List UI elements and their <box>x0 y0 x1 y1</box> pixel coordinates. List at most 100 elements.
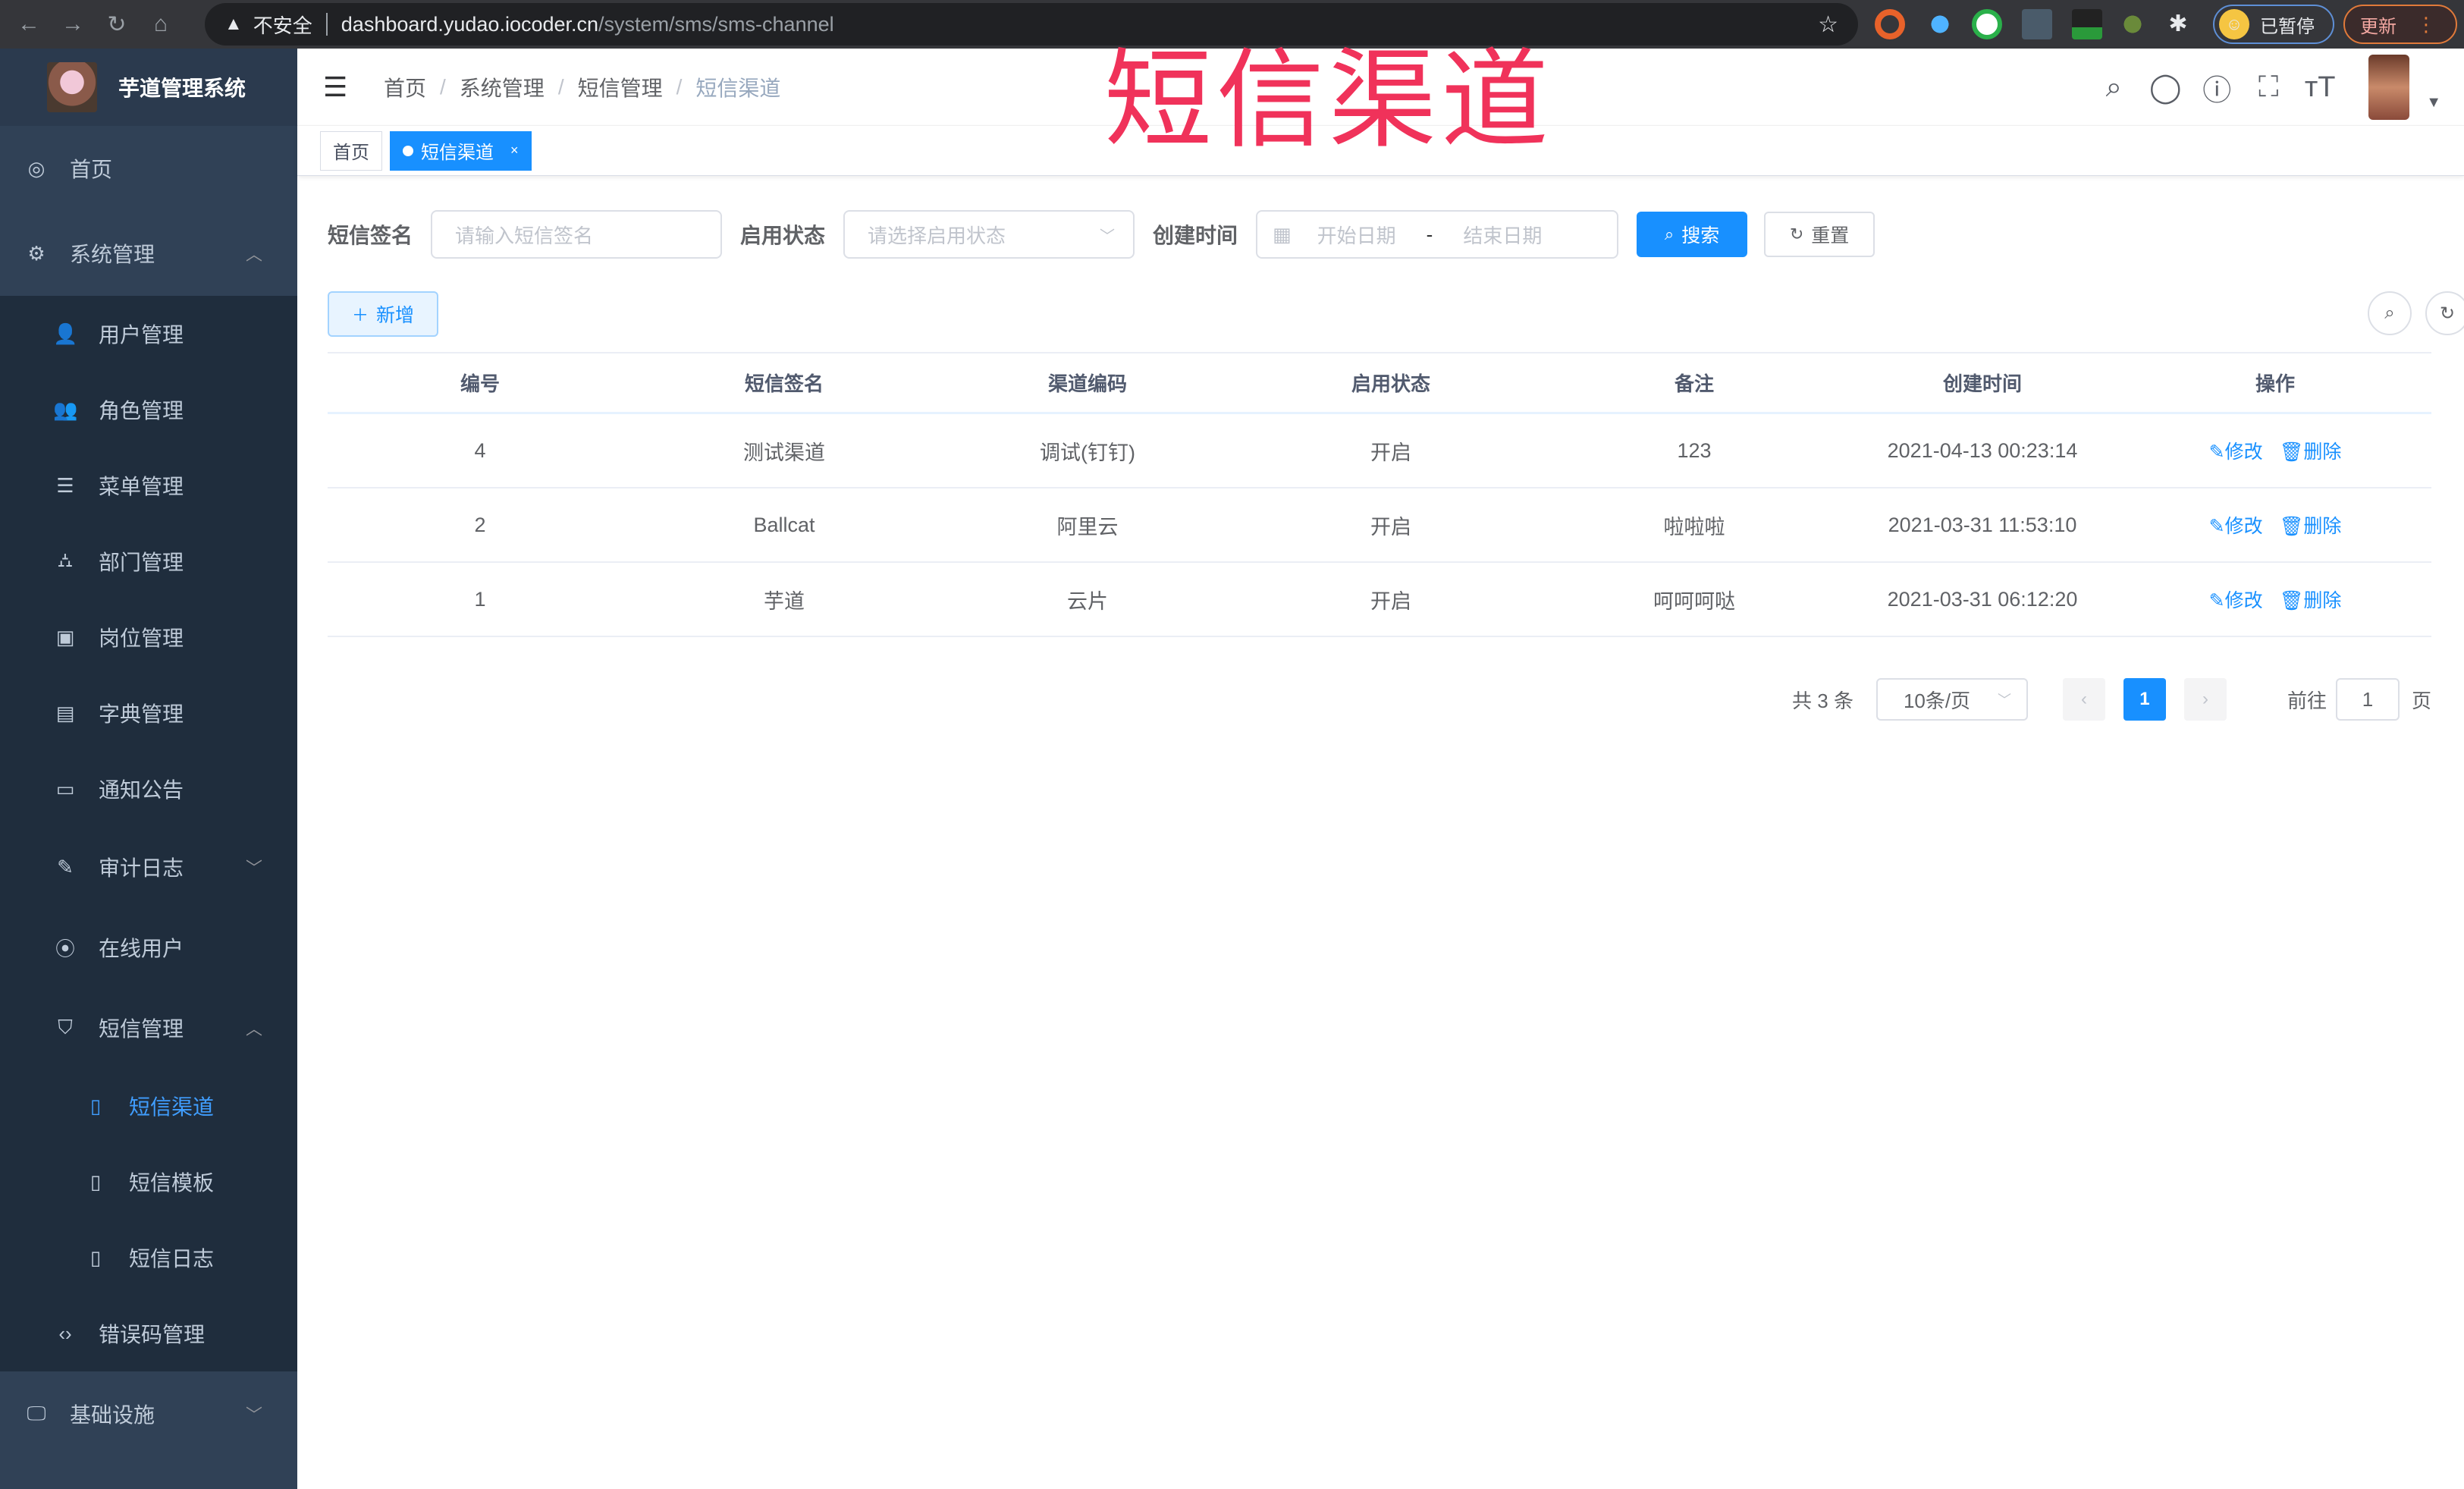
signature-input[interactable]: 请输入短信签名 <box>431 210 723 259</box>
sidebar-item-menu[interactable]: ☰ 菜单管理 <box>0 448 297 523</box>
back-icon[interactable]: ← <box>14 9 44 39</box>
breadcrumb-separator: / <box>557 74 564 99</box>
table-row: 4 测试渠道 调试(钉钉) 开启 123 2021-04-13 00:23:14… <box>328 414 2431 488</box>
sidebar-item-audit-log[interactable]: ✎ 审计日志 ﹀ <box>0 827 297 907</box>
table-header: 编号 短信签名 渠道编码 启用状态 备注 创建时间 操作 <box>328 352 2431 414</box>
github-icon[interactable]: ◯ <box>2139 71 2191 105</box>
sidebar-item-online[interactable]: ⦿ 在线用户 <box>0 907 297 988</box>
sidebar-item-home[interactable]: ◎ 首页 <box>0 126 297 211</box>
address-bar[interactable]: ▲ 不安全 dashboard.yudao.iocoder.cn /system… <box>205 3 1858 46</box>
cell-signature: Ballcat <box>753 513 815 536</box>
toggle-search-button[interactable]: ⌕ <box>2368 291 2412 335</box>
goto-page-input[interactable]: 1 <box>2335 678 2400 721</box>
delete-icon: 🗑 <box>2279 516 2304 537</box>
sidebar-item-error-code[interactable]: ‹› 错误码管理 <box>0 1296 297 1371</box>
chevron-down-icon: ﹀ <box>1997 693 2011 708</box>
cell-status: 开启 <box>1370 441 1411 464</box>
right-menu: ⌕ ◯ ⓘ ⛶ ᴛT ▼ <box>2088 49 2464 126</box>
extension-icon[interactable] <box>2022 9 2052 39</box>
hamburger-icon[interactable]: ☰ <box>323 71 353 103</box>
search-button[interactable]: ⌕ 搜索 <box>1637 212 1748 257</box>
edit-label: 修改 <box>2224 441 2263 463</box>
profile-button[interactable]: ☺ 已暂停 <box>2213 5 2334 44</box>
sidebar-item-system[interactable]: ⚙ 系统管理 ︿ <box>0 211 297 296</box>
prev-page-button[interactable]: ‹ <box>2062 678 2105 721</box>
delete-button[interactable]: 🗑删除 <box>2280 437 2342 464</box>
bookmark-star-icon[interactable]: ☆ <box>1818 11 1838 38</box>
sidebar-item-role[interactable]: 👥 角色管理 <box>0 372 297 448</box>
extension-icon[interactable] <box>2117 9 2148 39</box>
update-button[interactable]: 更新 ⋮ <box>2343 5 2457 44</box>
close-icon[interactable]: × <box>510 143 519 159</box>
main-container: ☰ 首页 / 系统管理 / 短信管理 / 短信渠道 短信渠道 ⌕ ◯ ⓘ ⛶ ᴛ… <box>297 38 2464 1489</box>
home-icon[interactable]: ⌂ <box>146 9 176 39</box>
cell-signature: 测试渠道 <box>743 441 825 464</box>
delete-label: 删除 <box>2303 590 2342 611</box>
refresh-button[interactable]: ↻ <box>2425 291 2464 335</box>
sidebar-item-label: 审计日志 <box>99 856 184 880</box>
breadcrumb-item[interactable]: 系统管理 <box>460 72 545 102</box>
profile-avatar: ☺ <box>2219 9 2249 39</box>
add-button[interactable]: ＋ 新增 <box>328 291 438 337</box>
app-title: 芋道管理系统 <box>118 77 246 100</box>
sidebar-item-label: 短信管理 <box>99 1017 184 1041</box>
breadcrumb-item[interactable]: 短信管理 <box>578 72 663 102</box>
sidebar-item-sms-log[interactable]: ▯ 短信日志 <box>0 1220 297 1296</box>
avatar[interactable] <box>2368 55 2410 120</box>
cell-actions: ✎修改 🗑删除 <box>2119 586 2431 613</box>
code-icon: ‹› <box>58 1321 72 1345</box>
tag-home[interactable]: 首页 <box>320 130 382 171</box>
sidebar-item-dept[interactable]: ⛼ 部门管理 <box>0 523 297 599</box>
user-icon: 👤 <box>53 322 78 345</box>
puzzle-extensions-icon[interactable]: ✱ <box>2163 9 2193 39</box>
sidebar-item-notice[interactable]: ▭ 通知公告 <box>0 751 297 827</box>
sidebar-item-dict[interactable]: ▤ 字典管理 <box>0 675 297 751</box>
fullscreen-icon[interactable]: ⛶ <box>2243 71 2294 104</box>
update-label: 更新 <box>2360 16 2397 37</box>
reload-icon[interactable]: ↻ <box>102 9 132 39</box>
sidebar-item-post[interactable]: ▣ 岗位管理 <box>0 599 297 675</box>
search-icon[interactable]: ⌕ <box>2088 71 2139 104</box>
caret-down-icon[interactable]: ▼ <box>2426 94 2441 112</box>
extension-icon[interactable] <box>1925 9 1955 39</box>
gear-icon: ⚙ <box>27 241 46 265</box>
sidebar-item-sms[interactable]: ⛉ 短信管理 ︿ <box>0 988 297 1068</box>
calendar-icon: ▦ <box>1273 222 1292 246</box>
question-icon[interactable]: ⓘ <box>2191 67 2243 108</box>
extension-icon[interactable] <box>1972 9 2002 39</box>
time-label: 创建时间 <box>1153 224 1238 247</box>
edit-button[interactable]: ✎修改 <box>2209 511 2263 539</box>
cell-id: 2 <box>474 513 486 536</box>
page-size-select[interactable]: 10条/页 ﹀ <box>1875 678 2028 721</box>
edit-button[interactable]: ✎修改 <box>2209 437 2263 464</box>
logo[interactable]: 芋道管理系统 <box>0 49 297 126</box>
size-icon[interactable]: ᴛT <box>2294 71 2346 104</box>
status-select[interactable]: 请选择启用状态 ﹀ <box>843 210 1135 259</box>
forward-icon[interactable]: → <box>58 9 88 39</box>
delete-button[interactable]: 🗑删除 <box>2280 586 2342 613</box>
divider <box>325 13 328 36</box>
url-path: /system/sms/sms-channel <box>598 12 834 36</box>
sidebar-item-user[interactable]: 👤 用户管理 <box>0 296 297 372</box>
date-range-picker[interactable]: ▦ 开始日期 - 结束日期 <box>1256 210 1619 259</box>
sidebar-item-sms-template[interactable]: ▯ 短信模板 <box>0 1144 297 1220</box>
message-icon: ▭ <box>55 777 75 800</box>
sidebar-item-sms-channel[interactable]: ▯ 短信渠道 <box>0 1068 297 1144</box>
page-number[interactable]: 1 <box>2123 678 2166 721</box>
cell-code: 阿里云 <box>1056 515 1119 539</box>
cell-id: 1 <box>474 587 486 611</box>
reset-button[interactable]: ↻ 重置 <box>1764 212 1875 257</box>
edit-button[interactable]: ✎修改 <box>2209 586 2263 613</box>
tag-sms-channel[interactable]: 短信渠道 × <box>390 130 532 171</box>
cell-actions: ✎修改 🗑删除 <box>2119 511 2431 539</box>
sidebar-item-label: 基础设施 <box>70 1403 155 1427</box>
delete-button[interactable]: 🗑删除 <box>2280 511 2342 539</box>
breadcrumb-item[interactable]: 首页 <box>384 72 426 102</box>
next-page-button[interactable]: › <box>2183 678 2227 721</box>
sidebar-item-infra[interactable]: 🖵 基础设施 ﹀ <box>0 1371 297 1456</box>
system-submenu: 👤 用户管理 👥 角色管理 ☰ 菜单管理 ⛼ 部门管理 ▣ 岗位管理 ▤ 字典管… <box>0 296 297 1371</box>
delete-label: 删除 <box>2303 516 2342 537</box>
extension-icon[interactable] <box>1875 9 1905 39</box>
extension-icon[interactable] <box>2072 9 2102 39</box>
breadcrumb-current: 短信渠道 <box>695 76 781 100</box>
